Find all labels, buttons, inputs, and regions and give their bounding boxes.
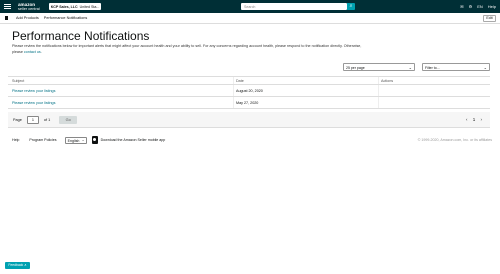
- menu-icon[interactable]: [4, 4, 11, 9]
- page-number-input[interactable]: 1: [26, 115, 39, 124]
- filter-select[interactable]: Filter to... ⌄: [422, 63, 490, 71]
- logo-sub-text: seller central: [18, 6, 40, 11]
- table-header: Subject Date Actions: [8, 76, 490, 85]
- language-selector[interactable]: EN: [477, 3, 483, 10]
- copyright-text: © 1999-2020, Amazon.com, Inc. or its aff…: [417, 138, 492, 142]
- notification-actions: [378, 85, 490, 96]
- header-date: Date: [233, 77, 378, 84]
- mobile-app-icon[interactable]: [91, 136, 98, 144]
- footer-language-value: English: [67, 138, 80, 143]
- bookmark-bar: Add Products Performance Notifications E…: [0, 13, 500, 24]
- amazon-seller-central-logo[interactable]: amazon seller central: [18, 2, 40, 11]
- divider: [0, 266, 500, 267]
- notification-subject-link[interactable]: Please review your listings: [12, 89, 55, 93]
- gear-icon[interactable]: ⚙: [469, 3, 473, 10]
- table-row: Please review your listings May 27, 2020: [8, 97, 490, 109]
- download-app-link[interactable]: Download the Amazon Seller mobile app: [101, 138, 166, 142]
- contact-us-link[interactable]: contact us: [24, 50, 41, 54]
- feedback-button[interactable]: Feedback ∧: [5, 262, 30, 269]
- notification-date: August 20, 2020: [233, 85, 378, 96]
- footer: Help Program Policies English ⌄ Download…: [12, 135, 492, 145]
- footer-policies-link[interactable]: Program Policies: [29, 138, 56, 142]
- filter-placeholder: Filter to...: [425, 65, 440, 70]
- description-text: Please review the notifications below fo…: [12, 44, 330, 48]
- chevron-down-icon: ⌄: [408, 65, 412, 70]
- header-subject: Subject: [12, 78, 25, 83]
- page-description: Please review the notifications below fo…: [12, 44, 362, 54]
- help-link[interactable]: Help: [488, 3, 496, 10]
- table-row: Please review your listings August 20, 2…: [8, 85, 490, 97]
- footer-help-link[interactable]: Help: [12, 138, 19, 142]
- notification-date: May 27, 2020: [233, 97, 378, 108]
- top-navigation-bar: amazon seller central KCP Sales, LLC Uni…: [0, 0, 500, 13]
- nav-link-add-products[interactable]: Add Products: [16, 16, 39, 20]
- page-title: Performance Notifications: [12, 29, 150, 43]
- top-icons: ✉ ⚙ EN Help: [460, 3, 496, 10]
- page-arrows[interactable]: ‹ 1 ›: [466, 117, 484, 122]
- account-switcher[interactable]: KCP Sales, LLC United Sta...: [48, 3, 101, 10]
- go-button[interactable]: Go: [59, 115, 78, 124]
- edit-button[interactable]: Edit: [483, 15, 496, 22]
- account-name: KCP Sales, LLC: [50, 4, 78, 9]
- page-count: of 1: [43, 117, 51, 122]
- header-actions: Actions: [378, 77, 490, 84]
- notification-subject-link[interactable]: Please review your listings: [12, 101, 55, 105]
- notification-actions: [378, 97, 490, 108]
- search-input[interactable]: Search: [241, 3, 347, 10]
- per-page-select[interactable]: 25 per page ⌄: [343, 63, 415, 71]
- search-icon[interactable]: ⌕: [347, 3, 355, 10]
- per-page-value: 25 per page: [346, 65, 365, 70]
- bookmark-icon[interactable]: [5, 16, 8, 20]
- page-label: Page: [13, 117, 22, 122]
- mail-icon[interactable]: ✉: [460, 3, 463, 10]
- chevron-down-icon: ⌄: [81, 137, 85, 142]
- pagination: Page 1 of 1 Go ‹ 1 ›: [8, 112, 490, 128]
- nav-link-performance-notifications[interactable]: Performance Notifications: [44, 16, 87, 20]
- account-region: United Sta...: [79, 4, 100, 9]
- footer-language-select[interactable]: English ⌄: [64, 136, 87, 144]
- notifications-table: Subject Date Actions Please review your …: [8, 76, 490, 109]
- chevron-down-icon: ⌄: [483, 65, 487, 70]
